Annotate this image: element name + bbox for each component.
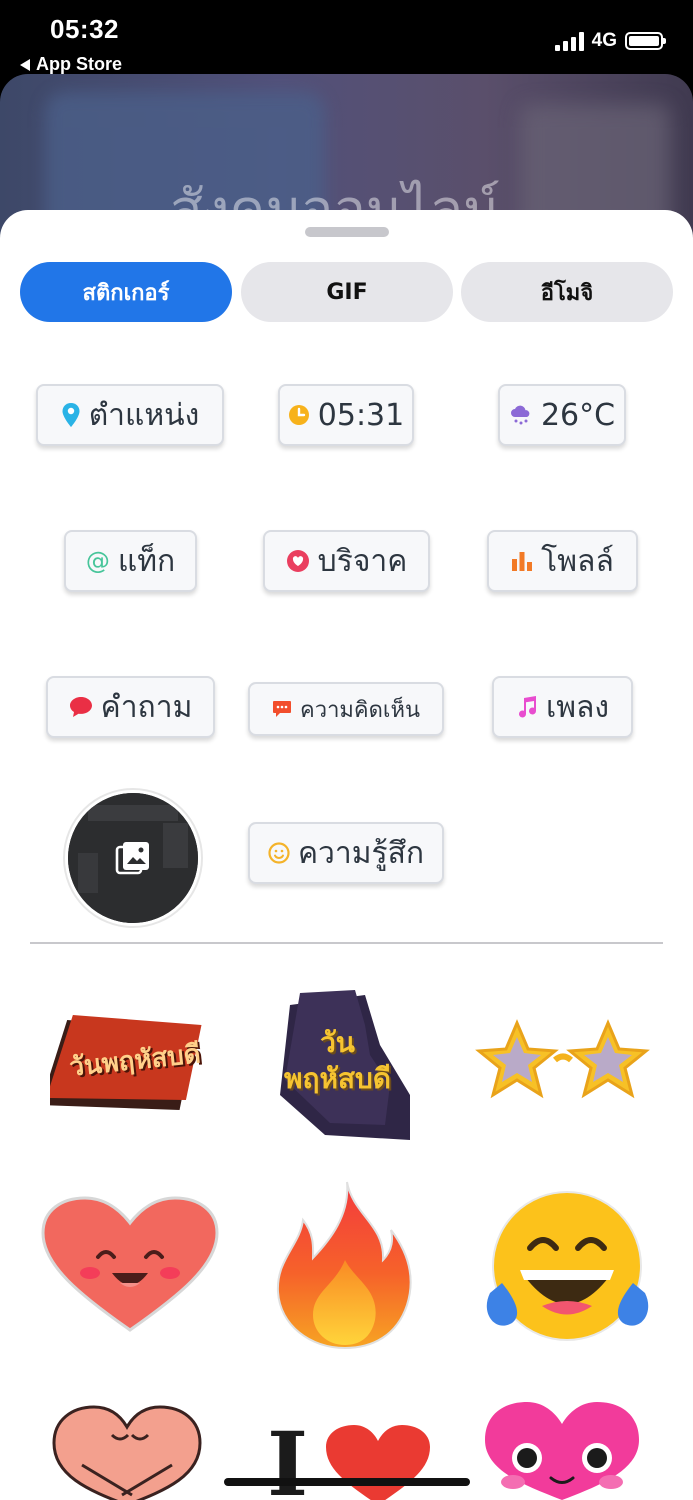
section-divider (30, 942, 663, 944)
sticker-fire[interactable] (275, 1180, 415, 1350)
photo-sticker-button[interactable] (65, 790, 201, 926)
feeling-label: ความรู้สึก (297, 835, 425, 871)
signal-icon (554, 31, 584, 51)
time-label: 05:31 (317, 397, 405, 433)
comment-label: ความคิดเห็น (300, 697, 420, 723)
location-sticker-button[interactable]: ตำแหน่ง (36, 384, 224, 446)
weather-sticker-button[interactable]: 26°C (498, 384, 626, 446)
tag-label: แท็ก (117, 543, 176, 579)
status-bar: 05:32 App Store 4G (0, 0, 693, 75)
location-pin-icon (61, 402, 81, 428)
sticker-smiling-heart[interactable] (40, 1195, 220, 1335)
sticker-hugging-heart[interactable] (52, 1405, 202, 1500)
sticker-thursday-yellow[interactable]: วันพฤหัสบดี (270, 985, 415, 1145)
donate-heart-icon (286, 549, 310, 573)
location-label: ตำแหน่ง (88, 397, 200, 433)
poll-sticker-button[interactable]: โพลล์ (487, 530, 638, 592)
weather-cloud-icon (509, 403, 533, 427)
fire-icon (276, 1181, 412, 1350)
smiling-heart-icon (41, 1196, 219, 1332)
question-sticker-button[interactable]: คำถาม (46, 676, 215, 738)
music-note-icon (516, 695, 538, 719)
feeling-sticker-button[interactable]: ความรู้สึก (248, 822, 444, 884)
home-indicator[interactable] (224, 1478, 470, 1486)
question-label: คำถาม (100, 689, 193, 725)
laughing-tears-emoji-icon (486, 1191, 649, 1341)
clock-icon (288, 404, 310, 426)
star-glasses-icon (475, 1019, 650, 1099)
tag-sticker-button[interactable]: @ แท็ก (64, 530, 197, 592)
sticker-i-love[interactable]: I (262, 1419, 432, 1500)
smiley-icon (268, 842, 290, 864)
sheet-tabs: สติกเกอร์ GIF อีโมจิ (20, 262, 673, 322)
music-sticker-button[interactable]: เพลง (492, 676, 633, 738)
sticker-laughing-tears[interactable] (480, 1188, 655, 1343)
music-label: เพลง (545, 689, 610, 725)
sticker-sheet: สติกเกอร์ GIF อีโมจิ ตำแหน่ง 05:31 26°C … (0, 210, 693, 1500)
comment-sticker-button[interactable]: ความคิดเห็น (248, 682, 444, 736)
question-bubble-icon (69, 696, 93, 718)
sticker-star-glasses[interactable] (475, 1015, 650, 1115)
red-heart-icon (326, 1425, 430, 1500)
back-arrow-icon (20, 58, 30, 71)
sticker-thursday-yellow-text: วันพฤหัสบดี (284, 1026, 391, 1095)
poll-bars-icon (511, 550, 533, 572)
back-to-app-store[interactable]: App Store (20, 54, 122, 75)
poll-label: โพลล์ (541, 543, 614, 579)
donate-label: บริจาค (317, 543, 408, 579)
status-time: 05:32 (50, 14, 119, 44)
network-type: 4G (591, 30, 617, 51)
back-label: App Store (36, 54, 123, 74)
sticker-thursday-red[interactable]: วันพฤหัสบดี (40, 1000, 210, 1130)
pink-heart-face-icon (485, 1402, 639, 1500)
battery-icon (625, 32, 666, 50)
sticker-pink-heart-face[interactable] (483, 1400, 641, 1500)
tab-emoji[interactable]: อีโมจิ (461, 262, 673, 322)
status-indicators: 4G (554, 30, 666, 52)
tab-stickers[interactable]: สติกเกอร์ (20, 262, 232, 322)
tab-gif[interactable]: GIF (241, 262, 453, 322)
photo-gallery-icon (113, 838, 153, 883)
comment-bubble-icon (272, 700, 292, 718)
donate-sticker-button[interactable]: บริจาค (263, 530, 430, 592)
at-sign-icon: @ (85, 547, 110, 575)
weather-label: 26°C (540, 397, 616, 433)
time-sticker-button[interactable]: 05:31 (278, 384, 414, 446)
sticker-i-letter: I (267, 1412, 309, 1500)
hugging-heart-icon (52, 1405, 202, 1500)
sheet-drag-handle[interactable] (305, 227, 389, 237)
